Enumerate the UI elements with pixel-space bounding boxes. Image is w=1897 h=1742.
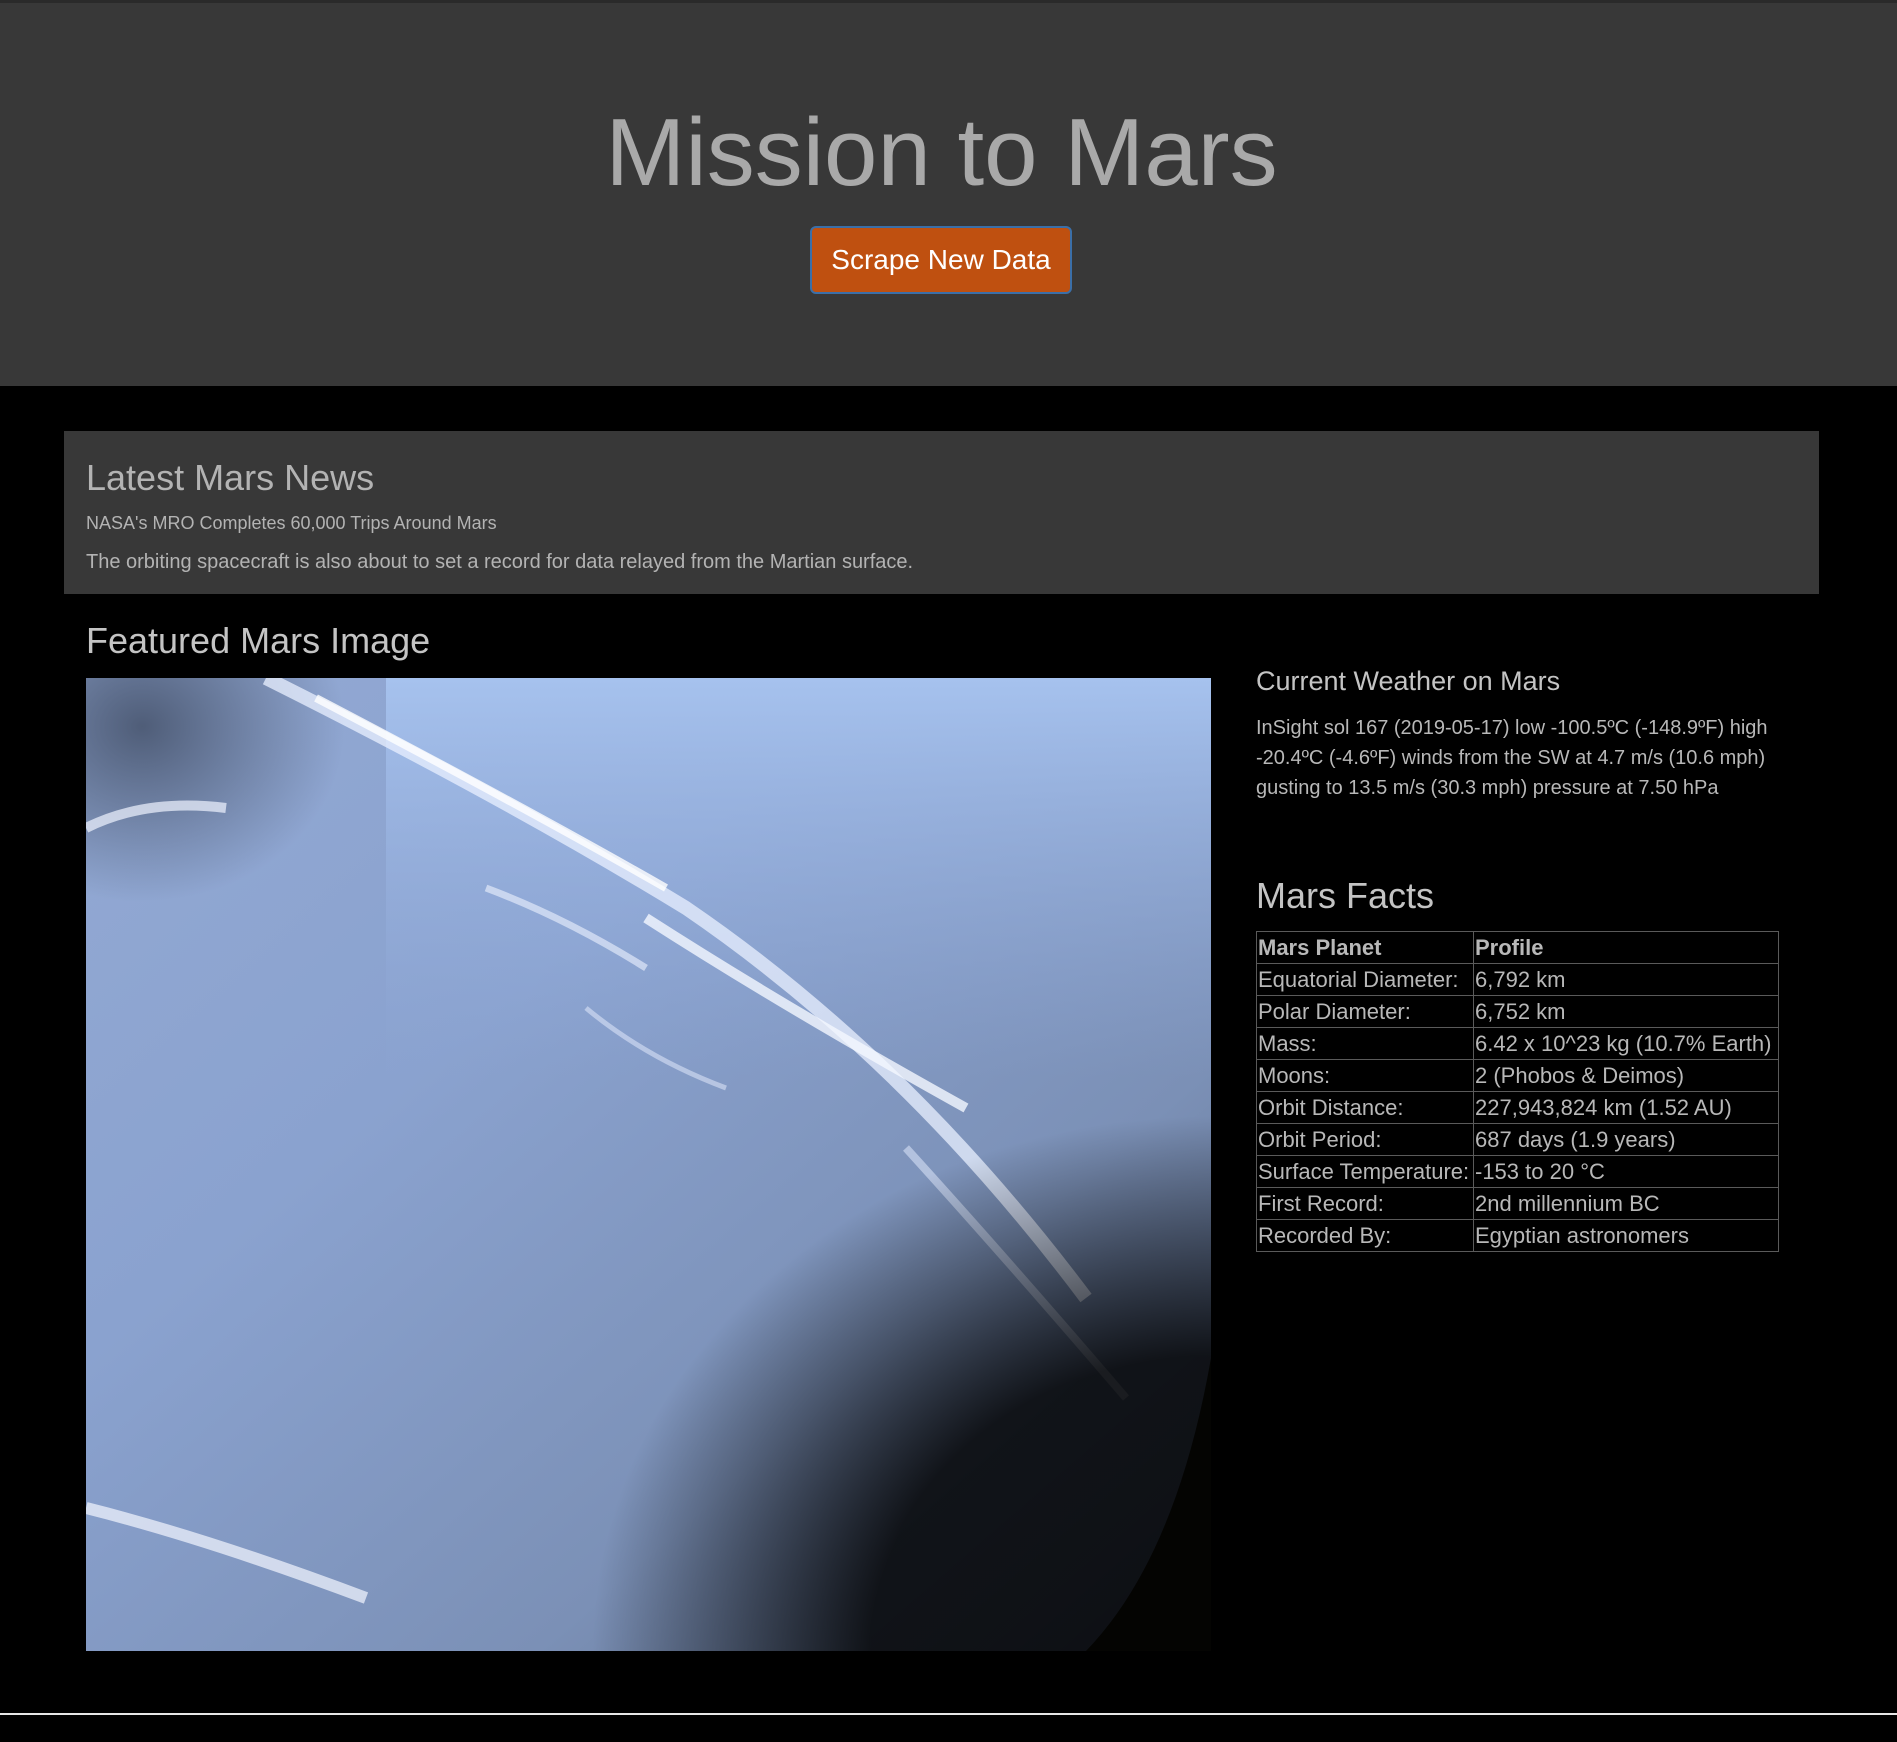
jumbotron-header: Mission to Mars Scrape New Data [0, 0, 1897, 386]
table-row: Mass: 6.42 x 10^23 kg (10.7% Earth) [1256, 1027, 1779, 1060]
footer-divider [0, 1713, 1897, 1715]
fact-value: 6,792 km [1473, 963, 1779, 996]
news-title: NASA's MRO Completes 60,000 Trips Around… [86, 513, 497, 533]
featured-mars-image [86, 678, 1211, 1651]
fact-value: 6.42 x 10^23 kg (10.7% Earth) [1473, 1027, 1779, 1060]
fact-value: 227,943,824 km (1.52 AU) [1473, 1091, 1779, 1124]
fact-label: Recorded By: [1256, 1219, 1474, 1252]
fact-label: Polar Diameter: [1256, 995, 1474, 1028]
fact-label: First Record: [1256, 1187, 1474, 1220]
news-heading: Latest Mars News [86, 457, 375, 498]
scrape-new-data-button[interactable]: Scrape New Data [810, 226, 1072, 294]
column-header: Profile [1473, 931, 1779, 964]
weather-report: InSight sol 167 (2019-05-17) low -100.5º… [1256, 717, 1768, 799]
table-row: First Record: 2nd millennium BC [1256, 1187, 1779, 1220]
fact-value: 2nd millennium BC [1473, 1187, 1779, 1220]
fact-value: 6,752 km [1473, 995, 1779, 1028]
mars-facts-table: Mars Planet Profile Equatorial Diameter:… [1256, 931, 1779, 1252]
latest-news-panel: Latest Mars News NASA's MRO Completes 60… [64, 431, 1819, 594]
fact-label: Equatorial Diameter: [1256, 963, 1474, 996]
fact-label: Orbit Distance: [1256, 1091, 1474, 1124]
table-row: Recorded By: Egyptian astronomers [1256, 1219, 1779, 1252]
fact-label: Orbit Period: [1256, 1123, 1474, 1156]
featured-image-heading: Featured Mars Image [86, 620, 431, 661]
table-row: Moons: 2 (Phobos & Deimos) [1256, 1059, 1779, 1092]
weather-heading: Current Weather on Mars [1256, 666, 1561, 696]
column-header: Mars Planet [1256, 931, 1474, 964]
fact-value: 687 days (1.9 years) [1473, 1123, 1779, 1156]
table-header-row: Mars Planet Profile [1256, 931, 1779, 964]
table-row: Equatorial Diameter: 6,792 km [1256, 963, 1779, 996]
fact-label: Mass: [1256, 1027, 1474, 1060]
facts-heading: Mars Facts [1256, 875, 1435, 916]
table-row: Surface Temperature: -153 to 20 °C [1256, 1155, 1779, 1188]
fact-value: Egyptian astronomers [1473, 1219, 1779, 1252]
table-row: Polar Diameter: 6,752 km [1256, 995, 1779, 1028]
table-row: Orbit Distance: 227,943,824 km (1.52 AU) [1256, 1091, 1779, 1124]
table-row: Orbit Period: 687 days (1.9 years) [1256, 1123, 1779, 1156]
news-teaser: The orbiting spacecraft is also about to… [86, 551, 914, 573]
page-title: Mission to Mars [605, 99, 1278, 206]
fact-label: Moons: [1256, 1059, 1474, 1092]
fact-value: -153 to 20 °C [1473, 1155, 1779, 1188]
fact-label: Surface Temperature: [1256, 1155, 1474, 1188]
fact-value: 2 (Phobos & Deimos) [1473, 1059, 1779, 1092]
